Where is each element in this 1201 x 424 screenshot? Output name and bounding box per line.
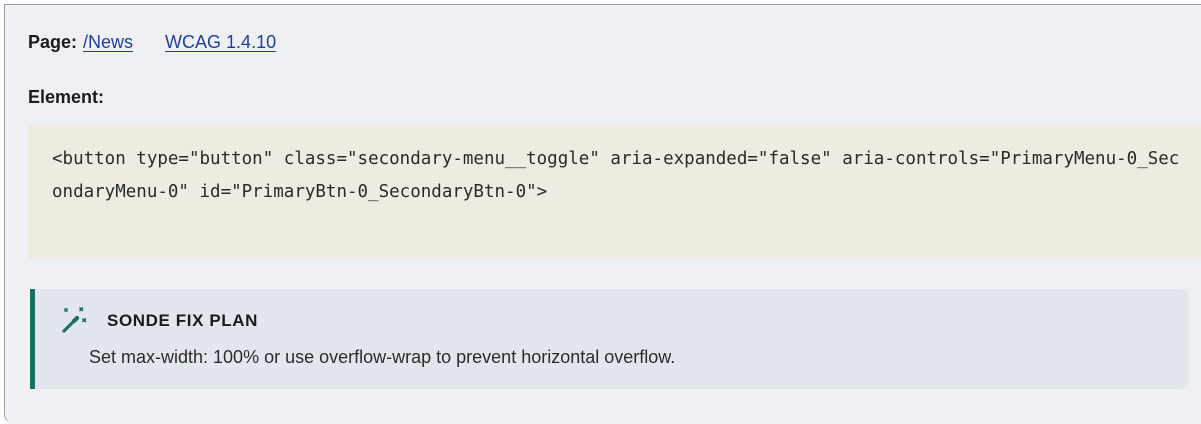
page-label: Page: [28, 32, 78, 52]
page-path-link[interactable]: /News [83, 32, 133, 53]
element-label: Element: [28, 87, 105, 107]
magic-wand-icon [59, 306, 89, 336]
issue-card: Page: /News WCAG 1.4.10 Element: <button… [4, 4, 1201, 424]
fix-plan-header: SONDE FIX PLAN [59, 306, 258, 336]
fix-plan-text: Set max-width: 100% or use overflow-wrap… [89, 347, 676, 367]
wcag-criterion-link[interactable]: WCAG 1.4.10 [165, 32, 276, 53]
element-code-block: <button type="button" class="secondary-m… [28, 125, 1201, 259]
fix-plan-title: SONDE FIX PLAN [107, 311, 259, 330]
fix-plan-callout: SONDE FIX PLAN Set max-width: 100% or us… [30, 289, 1189, 389]
page-line: Page: /News WCAG 1.4.10 [28, 32, 276, 53]
